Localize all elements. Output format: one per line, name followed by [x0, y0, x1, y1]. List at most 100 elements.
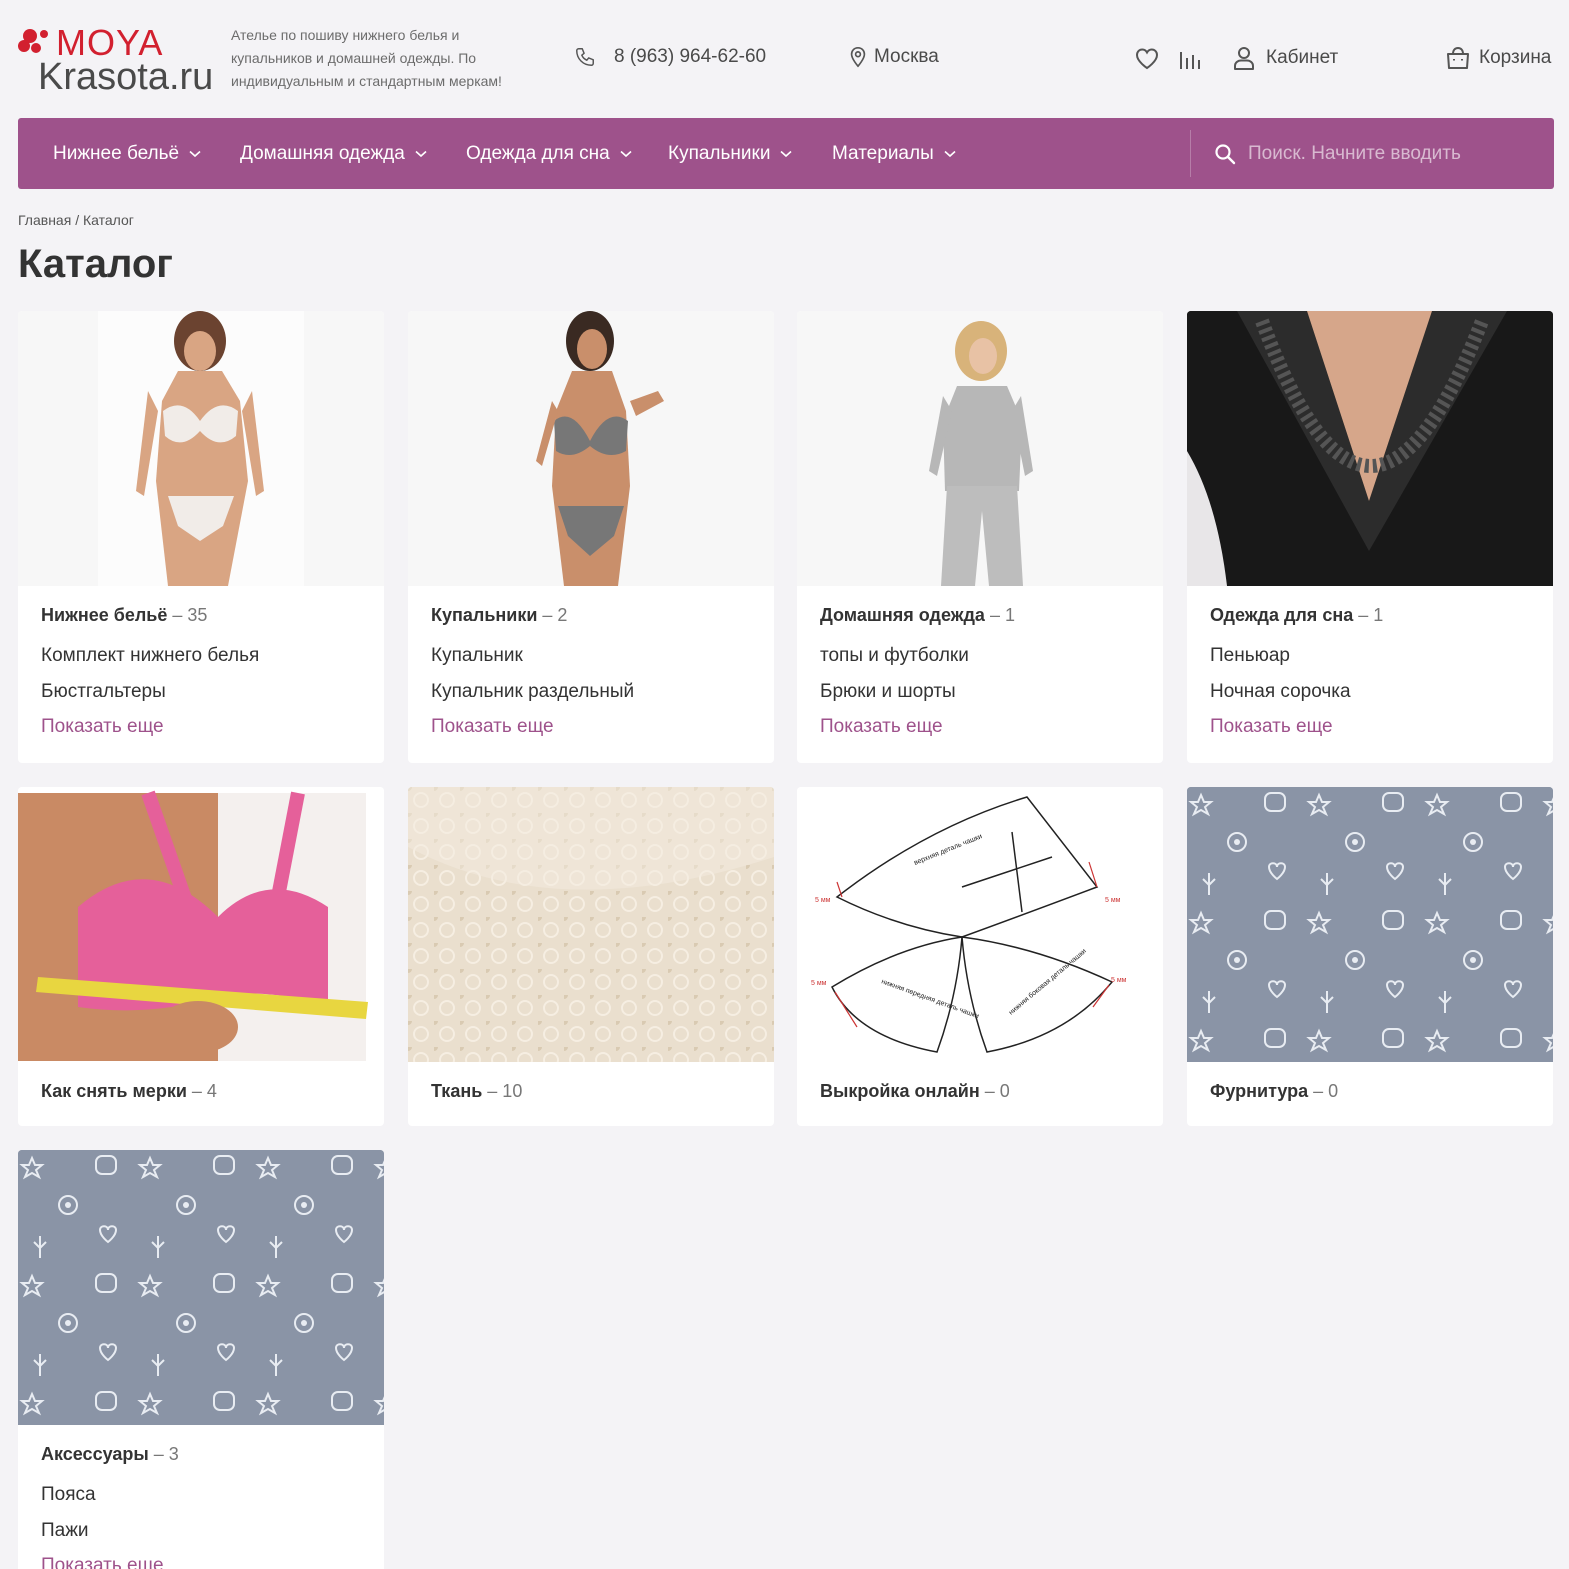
- pattern-seam-label: 5 мм: [1111, 977, 1127, 984]
- nav-item-underwear[interactable]: Нижнее бельё: [53, 118, 201, 189]
- site-tagline: Ателье по пошиву нижнего белья и купальн…: [231, 27, 502, 89]
- category-title[interactable]: Аксессуары – 3: [41, 1444, 179, 1465]
- placeholder-pattern-image: [1187, 787, 1553, 1062]
- category-image-measurements[interactable]: [18, 787, 384, 1062]
- category-card-accessories: Аксессуары – 3 Пояса Пажи Показать еще: [18, 1150, 384, 1569]
- show-more-link[interactable]: Показать еще: [41, 716, 164, 738]
- phone-icon: [576, 48, 594, 66]
- category-image-sleepwear[interactable]: [1187, 311, 1553, 586]
- cart-link[interactable]: Корзина: [1445, 45, 1551, 71]
- category-name: Фурнитура: [1210, 1081, 1314, 1101]
- city-name: Москва: [874, 46, 939, 67]
- category-title[interactable]: Купальники – 2: [431, 605, 567, 626]
- model-lingerie-image: [98, 311, 304, 586]
- model-homewear-image: [929, 321, 1033, 586]
- category-name: Купальники: [431, 605, 538, 625]
- chevron-down-icon: [620, 150, 632, 157]
- nav-item-sleepwear[interactable]: Одежда для сна: [466, 118, 632, 189]
- category-card-pattern: 5 мм 5 мм 5 мм 5 мм верхняя деталь чашки…: [797, 787, 1163, 1126]
- subcategory-link[interactable]: Пеньюар: [1210, 645, 1290, 667]
- logo-krasota-text: Krasota.ru: [38, 56, 214, 98]
- category-card-hardware: Фурнитура – 0: [1187, 787, 1553, 1126]
- category-count: – 10: [487, 1081, 523, 1101]
- site-logo[interactable]: MOYA Krasota.ru: [18, 20, 218, 100]
- pattern-seam-label: 5 мм: [815, 897, 831, 904]
- category-image-fabric[interactable]: [408, 787, 774, 1062]
- subcategory-link[interactable]: Ночная сорочка: [1210, 681, 1351, 703]
- chevron-down-icon: [189, 150, 201, 157]
- category-card-swimwear: Купальники – 2 Купальник Купальник разде…: [408, 311, 774, 763]
- pattern-piece-label: нижняя боковая деталь чашки: [1007, 947, 1088, 1017]
- category-image-underwear[interactable]: [18, 311, 384, 586]
- breadcrumb-separator: /: [75, 212, 80, 228]
- category-card-measurements: Как снять мерки – 4: [18, 787, 384, 1126]
- chevron-down-icon: [780, 150, 792, 157]
- subcategory-link[interactable]: Брюки и шорты: [820, 681, 956, 703]
- pattern-seam-label: 5 мм: [811, 980, 827, 987]
- search-box: [1212, 132, 1542, 175]
- black-lace-nightgown-image: [1187, 311, 1553, 586]
- category-title[interactable]: Одежда для сна – 1: [1210, 605, 1383, 626]
- category-image-hardware-placeholder[interactable]: [1187, 787, 1553, 1062]
- category-title[interactable]: Ткань – 10: [431, 1081, 522, 1102]
- pattern-piece-label: верхняя деталь чашки: [913, 833, 983, 867]
- phone-number: 8 (963) 964-62-60: [614, 46, 767, 67]
- show-more-link[interactable]: Показать еще: [431, 716, 554, 738]
- search-input[interactable]: [1248, 142, 1538, 165]
- category-title[interactable]: Домашняя одежда – 1: [820, 605, 1015, 626]
- category-image-swimwear[interactable]: [408, 311, 774, 586]
- nav-item-homewear[interactable]: Домашняя одежда: [240, 118, 427, 189]
- city-selector[interactable]: Москва: [848, 46, 939, 68]
- category-name: Аксессуары: [41, 1444, 149, 1464]
- category-card-fabric: Ткань – 10: [408, 787, 774, 1126]
- category-name: Нижнее бельё: [41, 605, 168, 625]
- lace-fabric-image: [408, 787, 774, 1062]
- nav-item-label: Материалы: [832, 142, 934, 164]
- category-image-homewear[interactable]: [797, 311, 1163, 586]
- nav-item-swimwear[interactable]: Купальники: [668, 118, 792, 189]
- sewing-pattern-image: 5 мм 5 мм 5 мм 5 мм верхняя деталь чашки…: [811, 796, 1127, 1053]
- search-icon[interactable]: [1214, 143, 1236, 165]
- user-icon: [1234, 47, 1254, 70]
- category-count: – 35: [172, 605, 208, 625]
- show-more-link[interactable]: Показать еще: [41, 1555, 164, 1569]
- category-card-sleepwear: Одежда для сна – 1 Пеньюар Ночная сорочк…: [1187, 311, 1553, 763]
- main-navigation: Нижнее бельё Домашняя одежда Одежда для …: [18, 118, 1554, 189]
- model-bikini-image: [536, 311, 664, 586]
- placeholder-pattern-image: [18, 1150, 384, 1425]
- compare-chart-icon[interactable]: [1178, 46, 1202, 72]
- category-count: – 3: [153, 1444, 179, 1464]
- category-image-accessories-placeholder[interactable]: [18, 1150, 384, 1425]
- category-title[interactable]: Как снять мерки – 4: [41, 1081, 217, 1102]
- heart-icon[interactable]: [1134, 46, 1160, 72]
- category-name: Домашняя одежда: [820, 605, 985, 625]
- category-name: Как снять мерки: [41, 1081, 187, 1101]
- cabinet-link[interactable]: Кабинет: [1232, 45, 1338, 71]
- subcategory-link[interactable]: Бюстгальтеры: [41, 681, 166, 703]
- breadcrumb-current: Каталог: [82, 212, 134, 228]
- phone-link[interactable]: 8 (963) 964-62-60: [574, 46, 766, 68]
- pattern-seam-label: 5 мм: [1105, 897, 1121, 904]
- breadcrumb-home[interactable]: Главная: [18, 212, 71, 228]
- subcategory-link[interactable]: Пояса: [41, 1484, 96, 1506]
- subcategory-link[interactable]: Купальник: [431, 645, 523, 667]
- subcategory-link[interactable]: Купальник раздельный: [431, 681, 634, 703]
- category-count: – 0: [984, 1081, 1010, 1101]
- category-title[interactable]: Фурнитура – 0: [1210, 1081, 1338, 1102]
- nav-item-materials[interactable]: Материалы: [832, 118, 956, 189]
- subcategory-link[interactable]: Пажи: [41, 1520, 89, 1542]
- nav-item-label: Нижнее бельё: [53, 142, 180, 164]
- nav-item-label: Домашняя одежда: [240, 142, 405, 164]
- category-name: Ткань: [431, 1081, 483, 1101]
- category-title[interactable]: Нижнее бельё – 35: [41, 605, 207, 626]
- breadcrumb: Главная / Каталог: [18, 212, 134, 228]
- subcategory-link[interactable]: Комплект нижнего белья: [41, 645, 259, 667]
- show-more-link[interactable]: Показать еще: [820, 716, 943, 738]
- category-image-pattern[interactable]: 5 мм 5 мм 5 мм 5 мм верхняя деталь чашки…: [797, 787, 1163, 1062]
- show-more-link[interactable]: Показать еще: [1210, 716, 1333, 738]
- cabinet-label: Кабинет: [1266, 47, 1339, 68]
- category-card-underwear: Нижнее бельё – 35 Комплект нижнего белья…: [18, 311, 384, 763]
- category-name: Выкройка онлайн: [820, 1081, 980, 1101]
- category-title[interactable]: Выкройка онлайн – 0: [820, 1081, 1010, 1102]
- subcategory-link[interactable]: топы и футболки: [820, 645, 969, 667]
